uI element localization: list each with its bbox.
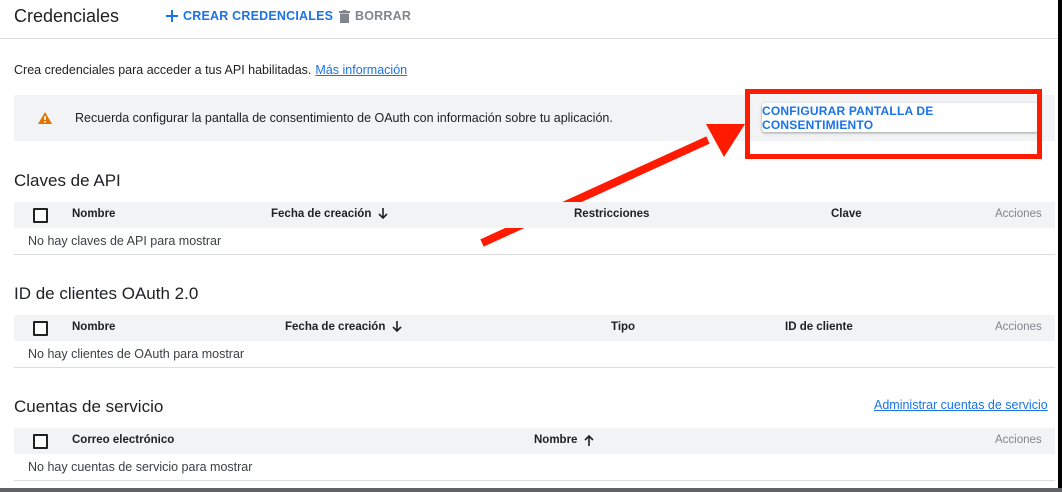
oauth-empty-row: No hay clientes de OAuth para mostrar bbox=[14, 341, 1055, 368]
select-all-checkbox[interactable] bbox=[33, 321, 48, 336]
page-title: Credenciales bbox=[14, 6, 120, 26]
api-keys-empty-text: No hay claves de API para mostrar bbox=[28, 234, 222, 248]
api-keys-empty-row: No hay claves de API para mostrar bbox=[14, 228, 1055, 255]
arrow-down-icon bbox=[392, 321, 402, 333]
oauth-empty-text: No hay clientes de OAuth para mostrar bbox=[28, 347, 245, 361]
col-name-label: Nombre bbox=[534, 434, 578, 446]
service-empty-row: No hay cuentas de servicio para mostrar bbox=[14, 454, 1055, 481]
col-created-date[interactable]: Fecha de creación bbox=[285, 321, 402, 333]
service-accounts-title: Cuentas de servicio bbox=[14, 397, 164, 416]
col-name[interactable]: Nombre bbox=[72, 321, 115, 333]
col-name[interactable]: Nombre bbox=[72, 208, 115, 220]
col-email[interactable]: Correo electrónico bbox=[72, 434, 174, 446]
col-name[interactable]: Nombre bbox=[534, 434, 595, 446]
col-created-date-label: Fecha de creación bbox=[285, 321, 386, 333]
header-bar: Credenciales CREAR CREDENCIALES BORRAR bbox=[0, 0, 1058, 39]
more-info-link[interactable]: Más información bbox=[315, 63, 407, 77]
trash-icon bbox=[339, 9, 350, 23]
delete-button[interactable]: BORRAR bbox=[339, 9, 411, 23]
col-actions: Acciones bbox=[995, 434, 1042, 446]
arrow-down-icon bbox=[378, 208, 388, 220]
intro-text: Crea credenciales para acceder a tus API… bbox=[14, 63, 407, 77]
api-keys-table-header: Nombre Fecha de creación Restricciones C… bbox=[14, 202, 1055, 228]
window-border-right bbox=[1058, 0, 1062, 492]
col-client-id[interactable]: ID de cliente bbox=[785, 321, 853, 333]
oauth-table-header: Nombre Fecha de creación Tipo ID de clie… bbox=[14, 315, 1055, 341]
col-key[interactable]: Clave bbox=[831, 208, 862, 220]
annotation-highlight-box bbox=[745, 89, 1042, 159]
col-type[interactable]: Tipo bbox=[611, 321, 635, 333]
col-created-date-label: Fecha de creación bbox=[271, 208, 372, 220]
col-created-date[interactable]: Fecha de creación bbox=[271, 208, 388, 220]
window-border-bottom bbox=[0, 488, 1062, 492]
manage-service-accounts-link[interactable]: Administrar cuentas de servicio bbox=[874, 398, 1048, 412]
api-keys-title: Claves de API bbox=[14, 171, 121, 190]
oauth-clients-title: ID de clientes OAuth 2.0 bbox=[14, 284, 199, 303]
service-empty-text: No hay cuentas de servicio para mostrar bbox=[28, 460, 253, 474]
intro-description: Crea credenciales para acceder a tus API… bbox=[14, 63, 312, 77]
warning-icon bbox=[38, 111, 52, 129]
col-actions: Acciones bbox=[995, 321, 1042, 333]
select-all-checkbox[interactable] bbox=[33, 434, 48, 449]
service-table-header: Correo electrónico Nombre Acciones bbox=[14, 428, 1055, 454]
plus-icon bbox=[166, 10, 178, 22]
arrow-up-icon bbox=[584, 434, 595, 446]
col-actions: Acciones bbox=[995, 208, 1042, 220]
create-credentials-label: CREAR CREDENCIALES bbox=[183, 9, 334, 23]
create-credentials-button[interactable]: CREAR CREDENCIALES bbox=[166, 9, 333, 23]
banner-text: Recuerda configurar la pantalla de conse… bbox=[75, 111, 613, 125]
col-restrictions[interactable]: Restricciones bbox=[574, 208, 649, 220]
select-all-checkbox[interactable] bbox=[33, 208, 48, 223]
delete-label: BORRAR bbox=[355, 9, 412, 23]
